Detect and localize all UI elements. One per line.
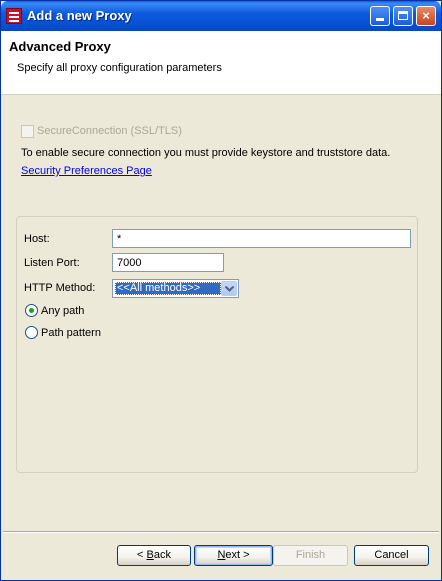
path-pattern-radio[interactable] bbox=[25, 326, 38, 339]
maximize-button[interactable] bbox=[393, 6, 413, 26]
minimize-button[interactable] bbox=[370, 6, 390, 26]
http-method-label: HTTP Method: bbox=[24, 282, 96, 294]
cancel-button[interactable]: Cancel bbox=[354, 545, 429, 566]
next-button[interactable]: Next > bbox=[194, 545, 273, 566]
listen-port-input[interactable] bbox=[112, 253, 224, 272]
back-button[interactable]: < Back bbox=[117, 545, 191, 566]
dialog-window: Add a new Proxy × Advanced Proxy Specify… bbox=[0, 0, 442, 581]
close-icon: × bbox=[422, 8, 430, 23]
back-prefix: < bbox=[137, 549, 147, 561]
back-label-rest: ack bbox=[153, 549, 171, 561]
host-label: Host: bbox=[24, 233, 50, 245]
title-bar[interactable]: Add a new Proxy × bbox=[1, 1, 441, 31]
page-title: Advanced Proxy bbox=[9, 39, 111, 54]
minimize-icon bbox=[376, 18, 384, 21]
any-path-radio[interactable] bbox=[25, 304, 38, 317]
secure-info-text: To enable secure connection you must pro… bbox=[21, 147, 391, 159]
secure-connection-checkbox[interactable] bbox=[21, 125, 34, 138]
any-path-label[interactable]: Any path bbox=[41, 305, 84, 317]
next-label-rest: ext > bbox=[225, 549, 250, 561]
window-title: Add a new Proxy bbox=[27, 8, 132, 23]
host-input[interactable] bbox=[112, 229, 411, 248]
radio-selected-dot bbox=[29, 308, 34, 313]
path-pattern-label[interactable]: Path pattern bbox=[41, 327, 101, 339]
listen-port-label: Listen Port: bbox=[24, 257, 80, 269]
wizard-header: Advanced Proxy Specify all proxy configu… bbox=[1, 31, 441, 95]
maximize-icon bbox=[398, 11, 408, 20]
finish-button[interactable]: Finish bbox=[273, 545, 348, 566]
secure-connection-label: SecureConnection (SSL/TLS) bbox=[37, 125, 182, 137]
footer-divider-highlight bbox=[3, 532, 439, 533]
security-preferences-link[interactable]: Security Preferences Page bbox=[21, 165, 152, 177]
app-icon bbox=[6, 8, 22, 24]
dropdown-button[interactable] bbox=[221, 281, 237, 296]
close-button[interactable]: × bbox=[416, 6, 436, 26]
back-mnemonic: B bbox=[146, 549, 154, 561]
http-method-select[interactable]: <<All methods>> bbox=[112, 279, 239, 298]
http-method-value: <<All methods>> bbox=[115, 282, 221, 295]
page-description: Specify all proxy configuration paramete… bbox=[17, 62, 222, 74]
chevron-down-icon bbox=[225, 286, 234, 292]
